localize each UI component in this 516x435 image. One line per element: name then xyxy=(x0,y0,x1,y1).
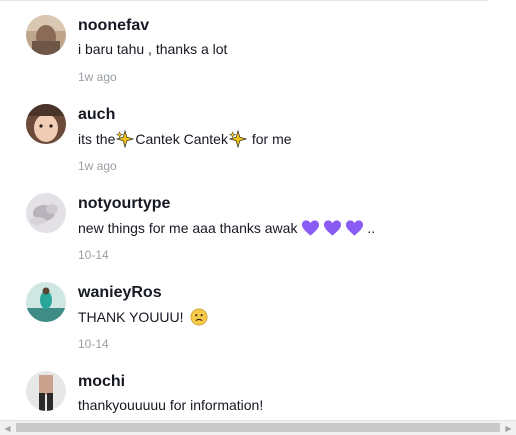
slightly-frowning-face-icon xyxy=(190,308,208,326)
comment-date: 1w ago xyxy=(78,159,117,173)
avatar[interactable] xyxy=(26,15,66,55)
comment-text-trail: .. xyxy=(367,220,376,236)
comments-viewport: noonefav i baru tahu , thanks a lot 1w a… xyxy=(0,0,516,435)
avatar[interactable] xyxy=(26,193,66,233)
comment-date: 10-14 xyxy=(78,248,109,262)
comment-text-prefix: its the xyxy=(78,131,116,147)
purple-heart-icon xyxy=(346,220,364,236)
comment-text: thankyouuuuu for information! xyxy=(78,397,264,413)
comment-text-suffix: for me xyxy=(247,131,292,147)
comment-text-body: THANK YOUUU! xyxy=(78,309,184,325)
comment-date: 1w ago xyxy=(78,70,117,84)
sparkles-icon xyxy=(116,130,135,148)
scroll-left-arrow-icon[interactable]: ◀ xyxy=(0,421,15,435)
username[interactable]: wanieyRos xyxy=(78,284,162,302)
avatar[interactable] xyxy=(26,282,66,322)
avatar[interactable] xyxy=(26,104,66,144)
username[interactable]: notyourtype xyxy=(78,195,170,213)
comment-date: 10-14 xyxy=(78,337,109,351)
comment-text-highlight: Cantek Cantek xyxy=(135,131,228,147)
avatar[interactable] xyxy=(26,371,66,411)
username[interactable]: noonefav xyxy=(78,17,149,35)
comment-text: new things for me aaa thanks awak .. xyxy=(78,219,375,237)
comment-text: i baru tahu , thanks a lot xyxy=(78,41,228,57)
horizontal-scrollbar[interactable]: ◀ ▶ xyxy=(0,420,516,435)
purple-heart-icon xyxy=(302,220,320,236)
divider xyxy=(0,0,488,1)
username[interactable]: auch xyxy=(78,106,115,124)
comment-text: THANK YOUUU! xyxy=(78,308,208,326)
sparkles-icon xyxy=(228,130,247,148)
purple-heart-icon xyxy=(324,220,342,236)
comment-text-body: new things for me aaa thanks awak xyxy=(78,220,302,236)
scrollbar-thumb[interactable] xyxy=(16,423,500,432)
username[interactable]: mochi xyxy=(78,373,125,391)
comment-text: its the Cantek Cantek for me xyxy=(78,130,292,148)
scroll-right-arrow-icon[interactable]: ▶ xyxy=(501,421,516,435)
